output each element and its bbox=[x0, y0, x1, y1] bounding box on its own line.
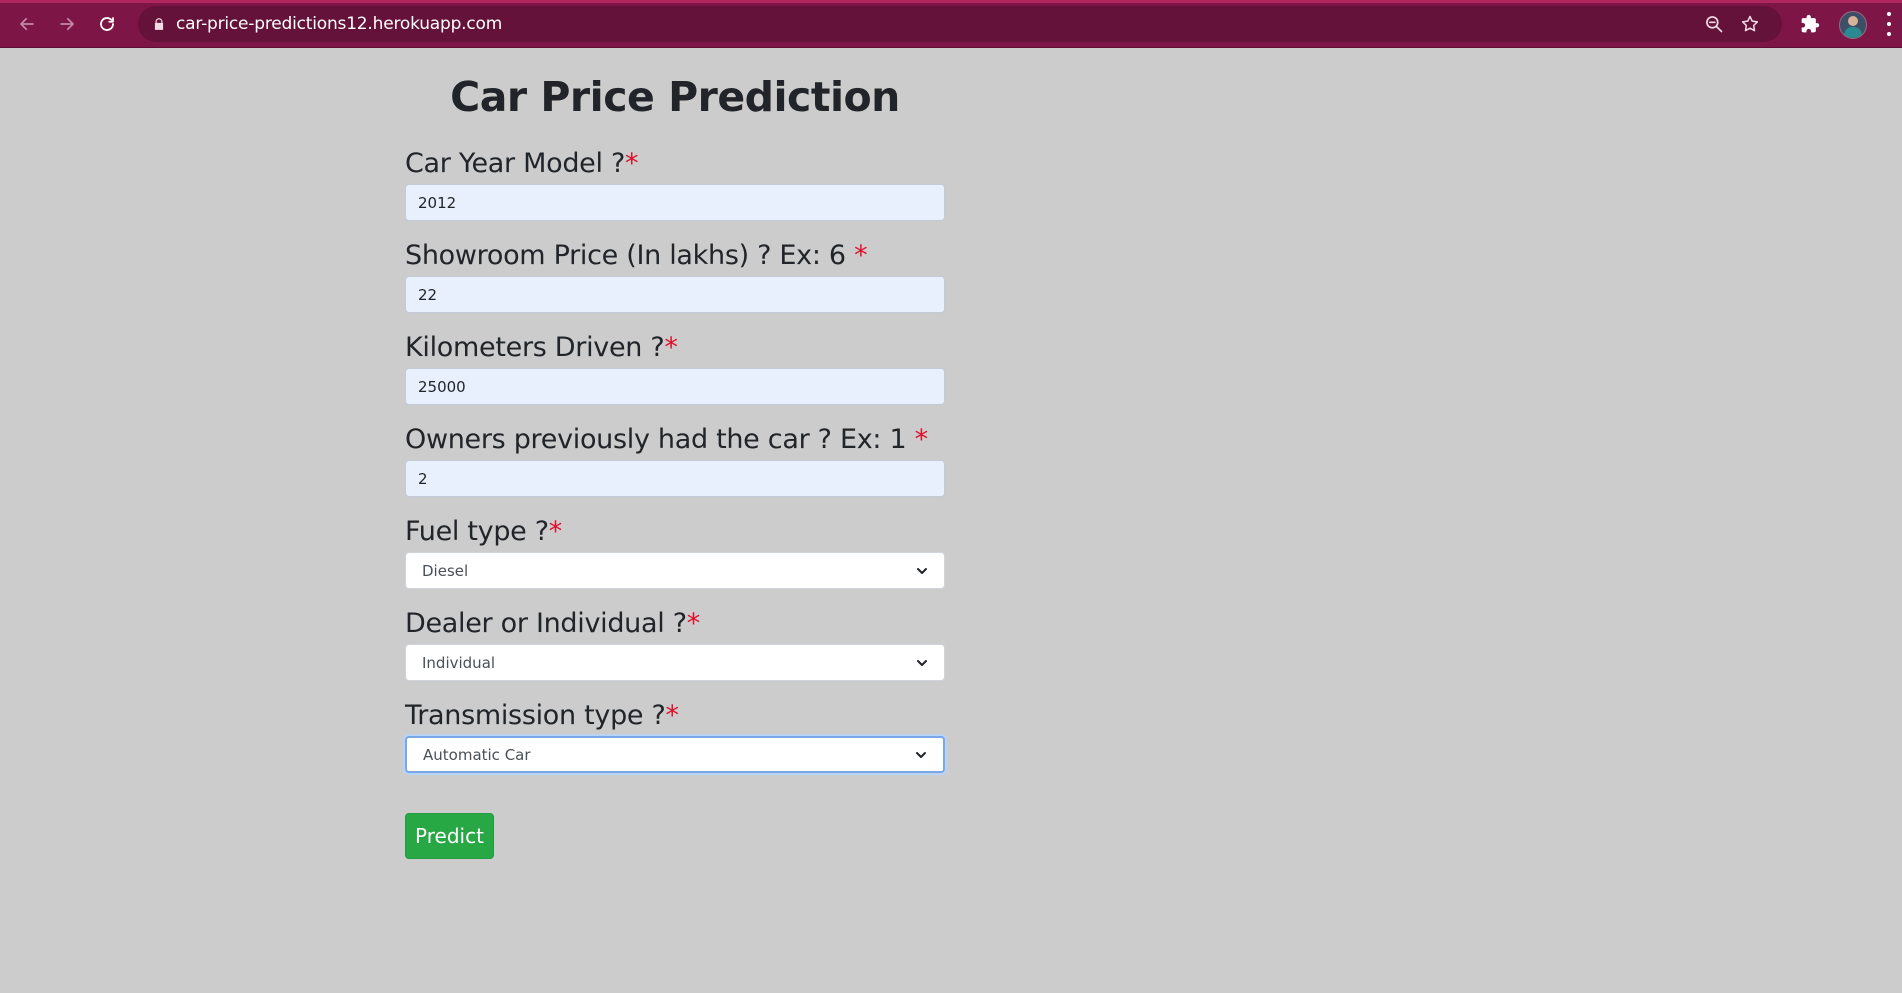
transmission-field: Transmission type ?* Automatic Car bbox=[405, 696, 945, 773]
fuel-label-text: Fuel type ? bbox=[405, 516, 549, 547]
avatar-head bbox=[1848, 16, 1858, 26]
transmission-selected-value: Automatic Car bbox=[423, 745, 531, 764]
owners-label: Owners previously had the car ? Ex: 1 * bbox=[405, 420, 945, 460]
browser-toolbar: car-price-predictions12.herokuapp.com bbox=[0, 0, 1902, 48]
required-marker: * bbox=[854, 240, 868, 271]
required-marker: * bbox=[914, 424, 929, 455]
predict-button[interactable]: Predict bbox=[405, 813, 494, 859]
kms-label-text: Kilometers Driven ? bbox=[405, 332, 665, 363]
reload-button[interactable] bbox=[91, 8, 123, 40]
chevron-down-icon bbox=[916, 565, 928, 577]
arrow-left-icon bbox=[20, 17, 34, 31]
seller-label-text: Dealer or Individual ? bbox=[405, 608, 687, 639]
extensions-puzzle-icon[interactable] bbox=[1800, 14, 1820, 34]
chevron-down-icon bbox=[915, 749, 927, 761]
year-label-text: Car Year Model ? bbox=[405, 148, 626, 179]
price-label: Showroom Price (In lakhs) ? Ex: 6 * bbox=[405, 236, 945, 276]
year-label: Car Year Model ?* bbox=[405, 144, 945, 184]
required-marker: * bbox=[665, 700, 680, 731]
fuel-type-select[interactable]: Diesel bbox=[405, 552, 945, 589]
reload-icon bbox=[100, 17, 114, 31]
kms-field: Kilometers Driven ?* bbox=[405, 328, 945, 405]
fuel-label: Fuel type ?* bbox=[405, 512, 945, 552]
seller-label: Dealer or Individual ?* bbox=[405, 604, 945, 644]
transmission-label-text: Transmission type ? bbox=[405, 700, 666, 731]
seller-field: Dealer or Individual ?* Individual bbox=[405, 604, 945, 681]
seller-type-select[interactable]: Individual bbox=[405, 644, 945, 681]
kilometers-input[interactable] bbox=[405, 368, 945, 405]
back-button[interactable] bbox=[11, 8, 43, 40]
price-field: Showroom Price (In lakhs) ? Ex: 6 * bbox=[405, 236, 945, 313]
fuel-field: Fuel type ?* Diesel bbox=[405, 512, 945, 589]
zoom-icon[interactable] bbox=[1704, 14, 1724, 34]
toolbar-accent-line bbox=[0, 0, 1902, 3]
avatar-body bbox=[1844, 27, 1862, 38]
required-marker: * bbox=[664, 332, 678, 363]
arrow-right-icon bbox=[60, 17, 74, 31]
kms-label: Kilometers Driven ?* bbox=[405, 328, 945, 368]
transmission-label: Transmission type ?* bbox=[405, 696, 945, 736]
required-marker: * bbox=[548, 516, 563, 547]
owners-label-text: Owners previously had the car ? Ex: 1 bbox=[405, 424, 915, 455]
required-marker: * bbox=[625, 148, 639, 179]
transmission-type-select[interactable]: Automatic Car bbox=[405, 736, 945, 773]
year-input[interactable] bbox=[405, 184, 945, 221]
owners-input[interactable] bbox=[405, 460, 945, 497]
showroom-price-input[interactable] bbox=[405, 276, 945, 313]
address-bar[interactable]: car-price-predictions12.herokuapp.com bbox=[138, 6, 1782, 42]
menu-dot bbox=[1887, 32, 1891, 36]
lock-icon[interactable] bbox=[152, 17, 166, 31]
page-title: Car Price Prediction bbox=[450, 73, 900, 121]
browser-menu-icon[interactable] bbox=[1885, 12, 1893, 36]
profile-avatar[interactable] bbox=[1839, 11, 1867, 39]
forward-button[interactable] bbox=[51, 8, 83, 40]
owners-field: Owners previously had the car ? Ex: 1 * bbox=[405, 420, 945, 497]
price-label-text: Showroom Price (In lakhs) ? Ex: 6 bbox=[405, 240, 855, 271]
prediction-form: Car Price Prediction Car Year Model ?* S… bbox=[405, 49, 945, 859]
required-marker: * bbox=[686, 608, 701, 639]
bookmark-star-icon[interactable] bbox=[1740, 14, 1760, 34]
menu-dot bbox=[1887, 22, 1891, 26]
seller-selected-value: Individual bbox=[422, 653, 496, 672]
menu-dot bbox=[1887, 12, 1891, 16]
url-text[interactable]: car-price-predictions12.herokuapp.com bbox=[176, 14, 502, 34]
year-field: Car Year Model ?* bbox=[405, 144, 945, 221]
fuel-selected-value: Diesel bbox=[422, 561, 469, 580]
chevron-down-icon bbox=[916, 657, 928, 669]
